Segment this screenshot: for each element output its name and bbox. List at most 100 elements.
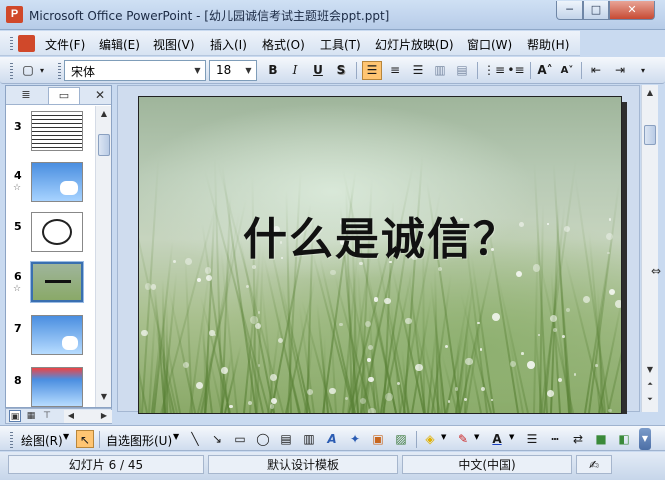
chevron-down-icon[interactable]: ▼ — [173, 432, 179, 441]
menu-view[interactable]: 视图(V) — [153, 36, 195, 53]
line-style-icon[interactable]: ☰ — [523, 430, 541, 448]
shadow-style-icon[interactable]: ■ — [592, 430, 610, 448]
font-name-select[interactable]: 宋体 ▼ — [64, 60, 206, 81]
close-button[interactable]: ✕ — [609, 1, 655, 20]
menu-format[interactable]: 格式(O) — [262, 36, 305, 53]
oval-tool-icon[interactable]: ◯ — [254, 430, 272, 448]
scrollbar-thumb[interactable] — [644, 125, 656, 145]
menu-window[interactable]: 窗口(W) — [467, 36, 512, 53]
toolbar-grip-handle[interactable] — [10, 63, 13, 79]
slide-sorter-view-icon[interactable]: ▦ — [25, 410, 37, 422]
line-color-icon[interactable]: ✎ — [454, 430, 472, 448]
thumbnail-slide-8[interactable] — [31, 367, 83, 407]
horizontal-scrollbar[interactable]: ◀ ▶ — [64, 410, 112, 423]
thumbnail-scrollbar[interactable]: ▲ ▼ — [95, 106, 111, 407]
chevron-down-icon[interactable]: ▼ — [63, 432, 69, 441]
distribute-text-icon[interactable]: ▥ — [430, 61, 450, 80]
normal-view-icon[interactable]: ▣ — [9, 410, 21, 422]
wordart-icon[interactable]: A — [323, 430, 341, 448]
dew-drop — [608, 288, 616, 295]
menu-slideshow[interactable]: 幻灯片放映(D) — [375, 36, 454, 53]
chevron-down-icon[interactable]: ▼ — [242, 62, 255, 79]
next-slide-icon[interactable]: ⏷ — [643, 392, 657, 406]
dew-drop — [269, 404, 275, 409]
increase-font-size-button[interactable]: A˄ — [535, 61, 555, 80]
menu-grip-handle[interactable] — [10, 37, 13, 51]
document-icon[interactable] — [18, 35, 35, 52]
toolbar-grip-handle-2[interactable] — [58, 63, 61, 79]
scroll-down-icon[interactable]: ▼ — [97, 390, 111, 404]
thumbnail-slide-6[interactable] — [30, 261, 84, 303]
toolbar-options-icon[interactable]: ▾ — [37, 61, 47, 80]
slide-scrollbar[interactable]: ▲ ▼ ⏶ ⏷ — [641, 85, 658, 412]
dew-drop — [557, 377, 563, 382]
arrow-style-icon[interactable]: ⇄ — [569, 430, 587, 448]
font-size-select[interactable]: 18 ▼ — [209, 60, 257, 81]
insert-picture-icon[interactable]: ▨ — [392, 430, 410, 448]
thumbnail-slide-5[interactable] — [31, 212, 83, 252]
textbox-tool-icon[interactable]: ▤ — [277, 430, 295, 448]
slide-title[interactable]: 什么是诚信？ — [139, 203, 621, 267]
toolbar-overflow-icon[interactable]: ▾ — [636, 61, 650, 80]
decrease-indent-icon[interactable]: ⇤ — [586, 61, 606, 80]
vertical-textbox-icon[interactable]: ▥ — [300, 430, 318, 448]
menu-edit[interactable]: 编辑(E) — [99, 36, 140, 53]
underline-button[interactable]: U — [308, 61, 328, 80]
resize-handle-icon[interactable]: ⇔ — [651, 264, 661, 278]
menu-tools[interactable]: 工具(T) — [320, 36, 361, 53]
chevron-down-icon[interactable]: ▼ — [191, 62, 204, 79]
menu-file[interactable]: 文件(F) — [45, 36, 85, 53]
slides-tab-icon[interactable]: ▭ — [48, 87, 80, 104]
diagram-icon[interactable]: ✦ — [346, 430, 364, 448]
numbered-list-icon[interactable]: ⋮≡ — [483, 61, 505, 80]
chevron-down-icon[interactable]: ▼ — [509, 433, 514, 441]
font-color-icon[interactable]: A — [488, 430, 506, 448]
toolbar-overflow-icon[interactable]: ▼ — [639, 428, 651, 450]
scroll-left-icon[interactable]: ◀ — [64, 409, 78, 423]
select-objects-icon[interactable]: ↖ — [76, 430, 94, 448]
arrow-tool-icon[interactable]: ↘ — [208, 430, 226, 448]
outline-tab-icon[interactable]: ≣ — [10, 87, 42, 104]
autoshapes-menu-button[interactable]: 自选图形(U) — [106, 432, 172, 449]
increase-indent-icon[interactable]: ⇥ — [610, 61, 630, 80]
scroll-right-icon[interactable]: ▶ — [97, 409, 111, 423]
thumbnail-slide-7[interactable] — [31, 315, 83, 355]
text-shadow-button[interactable]: S — [331, 61, 351, 80]
slideshow-view-icon[interactable]: ⊤ — [41, 410, 53, 422]
thumbnail-slide-3[interactable] — [31, 111, 83, 151]
decrease-font-size-button[interactable]: A˅ — [557, 61, 577, 80]
scrollbar-thumb[interactable] — [98, 134, 110, 156]
scroll-down-icon[interactable]: ▼ — [643, 363, 657, 377]
maximize-button[interactable]: □ — [583, 1, 609, 20]
vertical-text-icon[interactable]: ▤ — [452, 61, 472, 80]
thumbnail-slide-4[interactable] — [31, 162, 83, 202]
align-right-icon[interactable]: ☰ — [408, 61, 428, 80]
align-center-icon[interactable]: ≡ — [385, 61, 405, 80]
rectangle-tool-icon[interactable]: ▭ — [231, 430, 249, 448]
align-left-icon[interactable]: ☰ — [362, 61, 382, 80]
3d-style-icon[interactable]: ◧ — [615, 430, 633, 448]
new-slide-icon[interactable]: ▢ — [18, 61, 38, 80]
menu-help[interactable]: 帮助(H) — [527, 36, 569, 53]
menu-insert[interactable]: 插入(I) — [210, 36, 247, 53]
clip-art-icon[interactable]: ▣ — [369, 430, 387, 448]
chevron-down-icon[interactable]: ▼ — [474, 433, 479, 441]
italic-button[interactable]: I — [285, 61, 305, 80]
minimize-button[interactable]: ─ — [556, 1, 583, 20]
scroll-up-icon[interactable]: ▲ — [643, 86, 657, 100]
scroll-up-icon[interactable]: ▲ — [97, 107, 111, 121]
toolbar-grip-handle[interactable] — [10, 432, 13, 448]
dew-drop — [607, 408, 612, 413]
chevron-down-icon[interactable]: ▼ — [441, 433, 446, 441]
bulleted-list-icon[interactable]: •≡ — [506, 61, 526, 80]
spelling-check-icon[interactable]: ✍ — [576, 455, 612, 474]
slide-canvas[interactable]: 什么是诚信？ — [138, 96, 622, 414]
dash-style-icon[interactable]: ┅ — [546, 430, 564, 448]
fill-color-icon[interactable]: ◈ — [421, 430, 439, 448]
line-tool-icon[interactable]: ╲ — [186, 430, 204, 448]
powerpoint-app-icon[interactable]: P — [6, 6, 23, 23]
close-icon[interactable]: ✕ — [92, 87, 108, 103]
draw-menu-button[interactable]: 绘图(R) — [21, 432, 63, 449]
bold-button[interactable]: B — [263, 61, 283, 80]
previous-slide-icon[interactable]: ⏶ — [643, 377, 657, 391]
